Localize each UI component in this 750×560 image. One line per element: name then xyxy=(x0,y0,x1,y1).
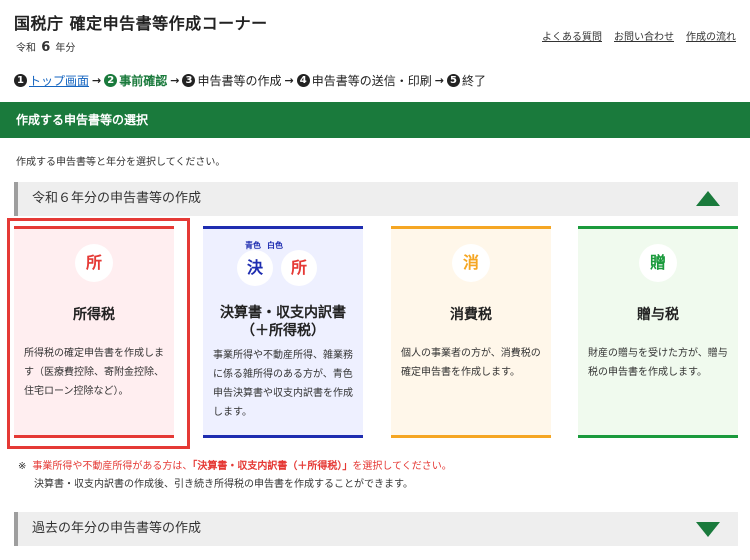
step-create: 3 申告書等の作成 xyxy=(182,72,281,89)
card-title: 消費税 xyxy=(450,307,492,323)
instruction-text: 作成する申告書等と年分を選択してください。 xyxy=(16,157,226,168)
step-number-icon: 1 xyxy=(14,74,27,87)
consumption-tax-icon: 消 xyxy=(452,244,490,282)
card-title: 決算書・収支内訳書 （＋所得税） xyxy=(203,304,363,340)
settlement-icon: 決 xyxy=(237,250,273,286)
card-title-line2: （＋所得税） xyxy=(241,323,325,339)
header-links: よくある質問 お問い合わせ 作成の流れ xyxy=(542,28,736,43)
arrow-right-icon: → xyxy=(434,74,444,87)
step-label: 申告書等の送信・印刷 xyxy=(311,74,432,88)
card-title: 贈与税 xyxy=(637,307,679,323)
step-number-icon: 2 xyxy=(104,74,118,87)
card-title: 所得税 xyxy=(73,307,115,323)
tax-year-indicator: 令和 6 年分 xyxy=(16,39,75,55)
income-icon: 所 xyxy=(281,250,317,286)
expand-triangle-icon[interactable] xyxy=(696,522,720,537)
year-number: 6 xyxy=(41,40,51,55)
card-top-border xyxy=(391,226,551,229)
section-title: 作成する申告書等の選択 xyxy=(0,102,750,138)
header: 国税庁 確定申告書等作成コーナー 令和 6 年分 よくある質問 お問い合わせ 作… xyxy=(0,0,750,66)
step-number-icon: 4 xyxy=(296,74,310,87)
faq-link[interactable]: よくある質問 xyxy=(542,28,602,43)
step-number-icon: 5 xyxy=(446,74,460,87)
note-line2: 決算書・収支内訳書の作成後、引き続き所得税の申告書を作成することができます。 xyxy=(34,479,413,490)
step-number-icon: 3 xyxy=(182,74,196,87)
step-label[interactable]: トップ画面 xyxy=(29,72,89,89)
card-bottom-border xyxy=(578,435,738,438)
white-return-tag: 白色 xyxy=(267,241,283,250)
step-precheck: 2 事前確認 xyxy=(104,72,167,89)
gift-tax-card[interactable]: 贈 贈与税 財産の贈与を受けた方が、贈与税の申告書を作成します。 xyxy=(578,226,738,438)
card-bottom-border xyxy=(203,435,363,438)
step-top[interactable]: 1 トップ画面 xyxy=(14,72,89,89)
card-bottom-border xyxy=(391,435,551,438)
accounts-statement-icon: 青色 白色 決 所 xyxy=(237,240,329,286)
contact-link[interactable]: お問い合わせ xyxy=(614,28,674,43)
note-part1: 事業所得や不動産所得がある方は、 xyxy=(32,461,193,472)
step-label: 申告書等の作成 xyxy=(197,74,282,88)
step-send-print: 4 申告書等の送信・印刷 xyxy=(296,72,432,89)
consumption-tax-card[interactable]: 消 消費税 個人の事業者の方が、消費税の確定申告書を作成します。 xyxy=(391,226,551,438)
card-top-border xyxy=(203,226,363,229)
step-label: 終了 xyxy=(461,74,486,88)
year-suffix: 年分 xyxy=(55,43,76,54)
arrow-right-icon: → xyxy=(92,74,102,87)
card-top-border xyxy=(14,226,174,229)
app-title: 国税庁 確定申告書等作成コーナー xyxy=(14,14,268,33)
step-finish: 5 終了 xyxy=(446,72,486,89)
card-description: 事業所得や不動産所得、雑業務に係る雑所得のある方が、青色申告決算書や収支内訳書を… xyxy=(213,350,353,418)
current-year-accordion[interactable]: 令和６年分の申告書等の作成 xyxy=(14,182,738,216)
era-label: 令和 xyxy=(16,43,36,54)
accordion-label: 過去の年分の申告書等の作成 xyxy=(32,521,202,536)
card-title-line1: 決算書・収支内訳書 xyxy=(220,305,346,321)
past-year-accordion[interactable]: 過去の年分の申告書等の作成 xyxy=(14,512,738,546)
step-label: 事前確認 xyxy=(119,74,168,88)
note-part3: を選択してください。 xyxy=(352,461,452,472)
note-part2: 「決算書・収支内訳書（＋所得税）」 xyxy=(192,461,353,472)
accordion-label: 令和６年分の申告書等の作成 xyxy=(32,191,202,206)
card-description: 所得税の確定申告書を作成します（医療費控除、寄附金控除、住宅ローン控除など）。 xyxy=(24,348,164,397)
progress-steps: 1 トップ画面 → 2 事前確認 → 3 申告書等の作成 → 4 申告書等の送信… xyxy=(14,72,486,89)
notice: ※ 事業所得や不動産所得がある方は、「決算書・収支内訳書（＋所得税）」を選択してく… xyxy=(18,458,452,494)
card-description: 財産の贈与を受けた方が、贈与税の申告書を作成します。 xyxy=(588,348,728,378)
card-top-border xyxy=(578,226,738,229)
income-tax-icon: 所 xyxy=(75,244,113,282)
note-mark: ※ xyxy=(18,461,27,472)
accounts-statement-card[interactable]: 青色 白色 決 所 決算書・収支内訳書 （＋所得税） 事業所得や不動産所得、雑業… xyxy=(203,226,363,438)
arrow-right-icon: → xyxy=(170,74,180,87)
collapse-triangle-icon[interactable] xyxy=(696,191,720,206)
income-tax-card[interactable]: 所 所得税 所得税の確定申告書を作成します（医療費控除、寄附金控除、住宅ローン控… xyxy=(14,226,174,438)
card-bottom-border xyxy=(14,435,174,438)
arrow-right-icon: → xyxy=(284,74,294,87)
gift-tax-icon: 贈 xyxy=(639,244,677,282)
flow-link[interactable]: 作成の流れ xyxy=(686,28,736,43)
card-description: 個人の事業者の方が、消費税の確定申告書を作成します。 xyxy=(401,348,541,378)
